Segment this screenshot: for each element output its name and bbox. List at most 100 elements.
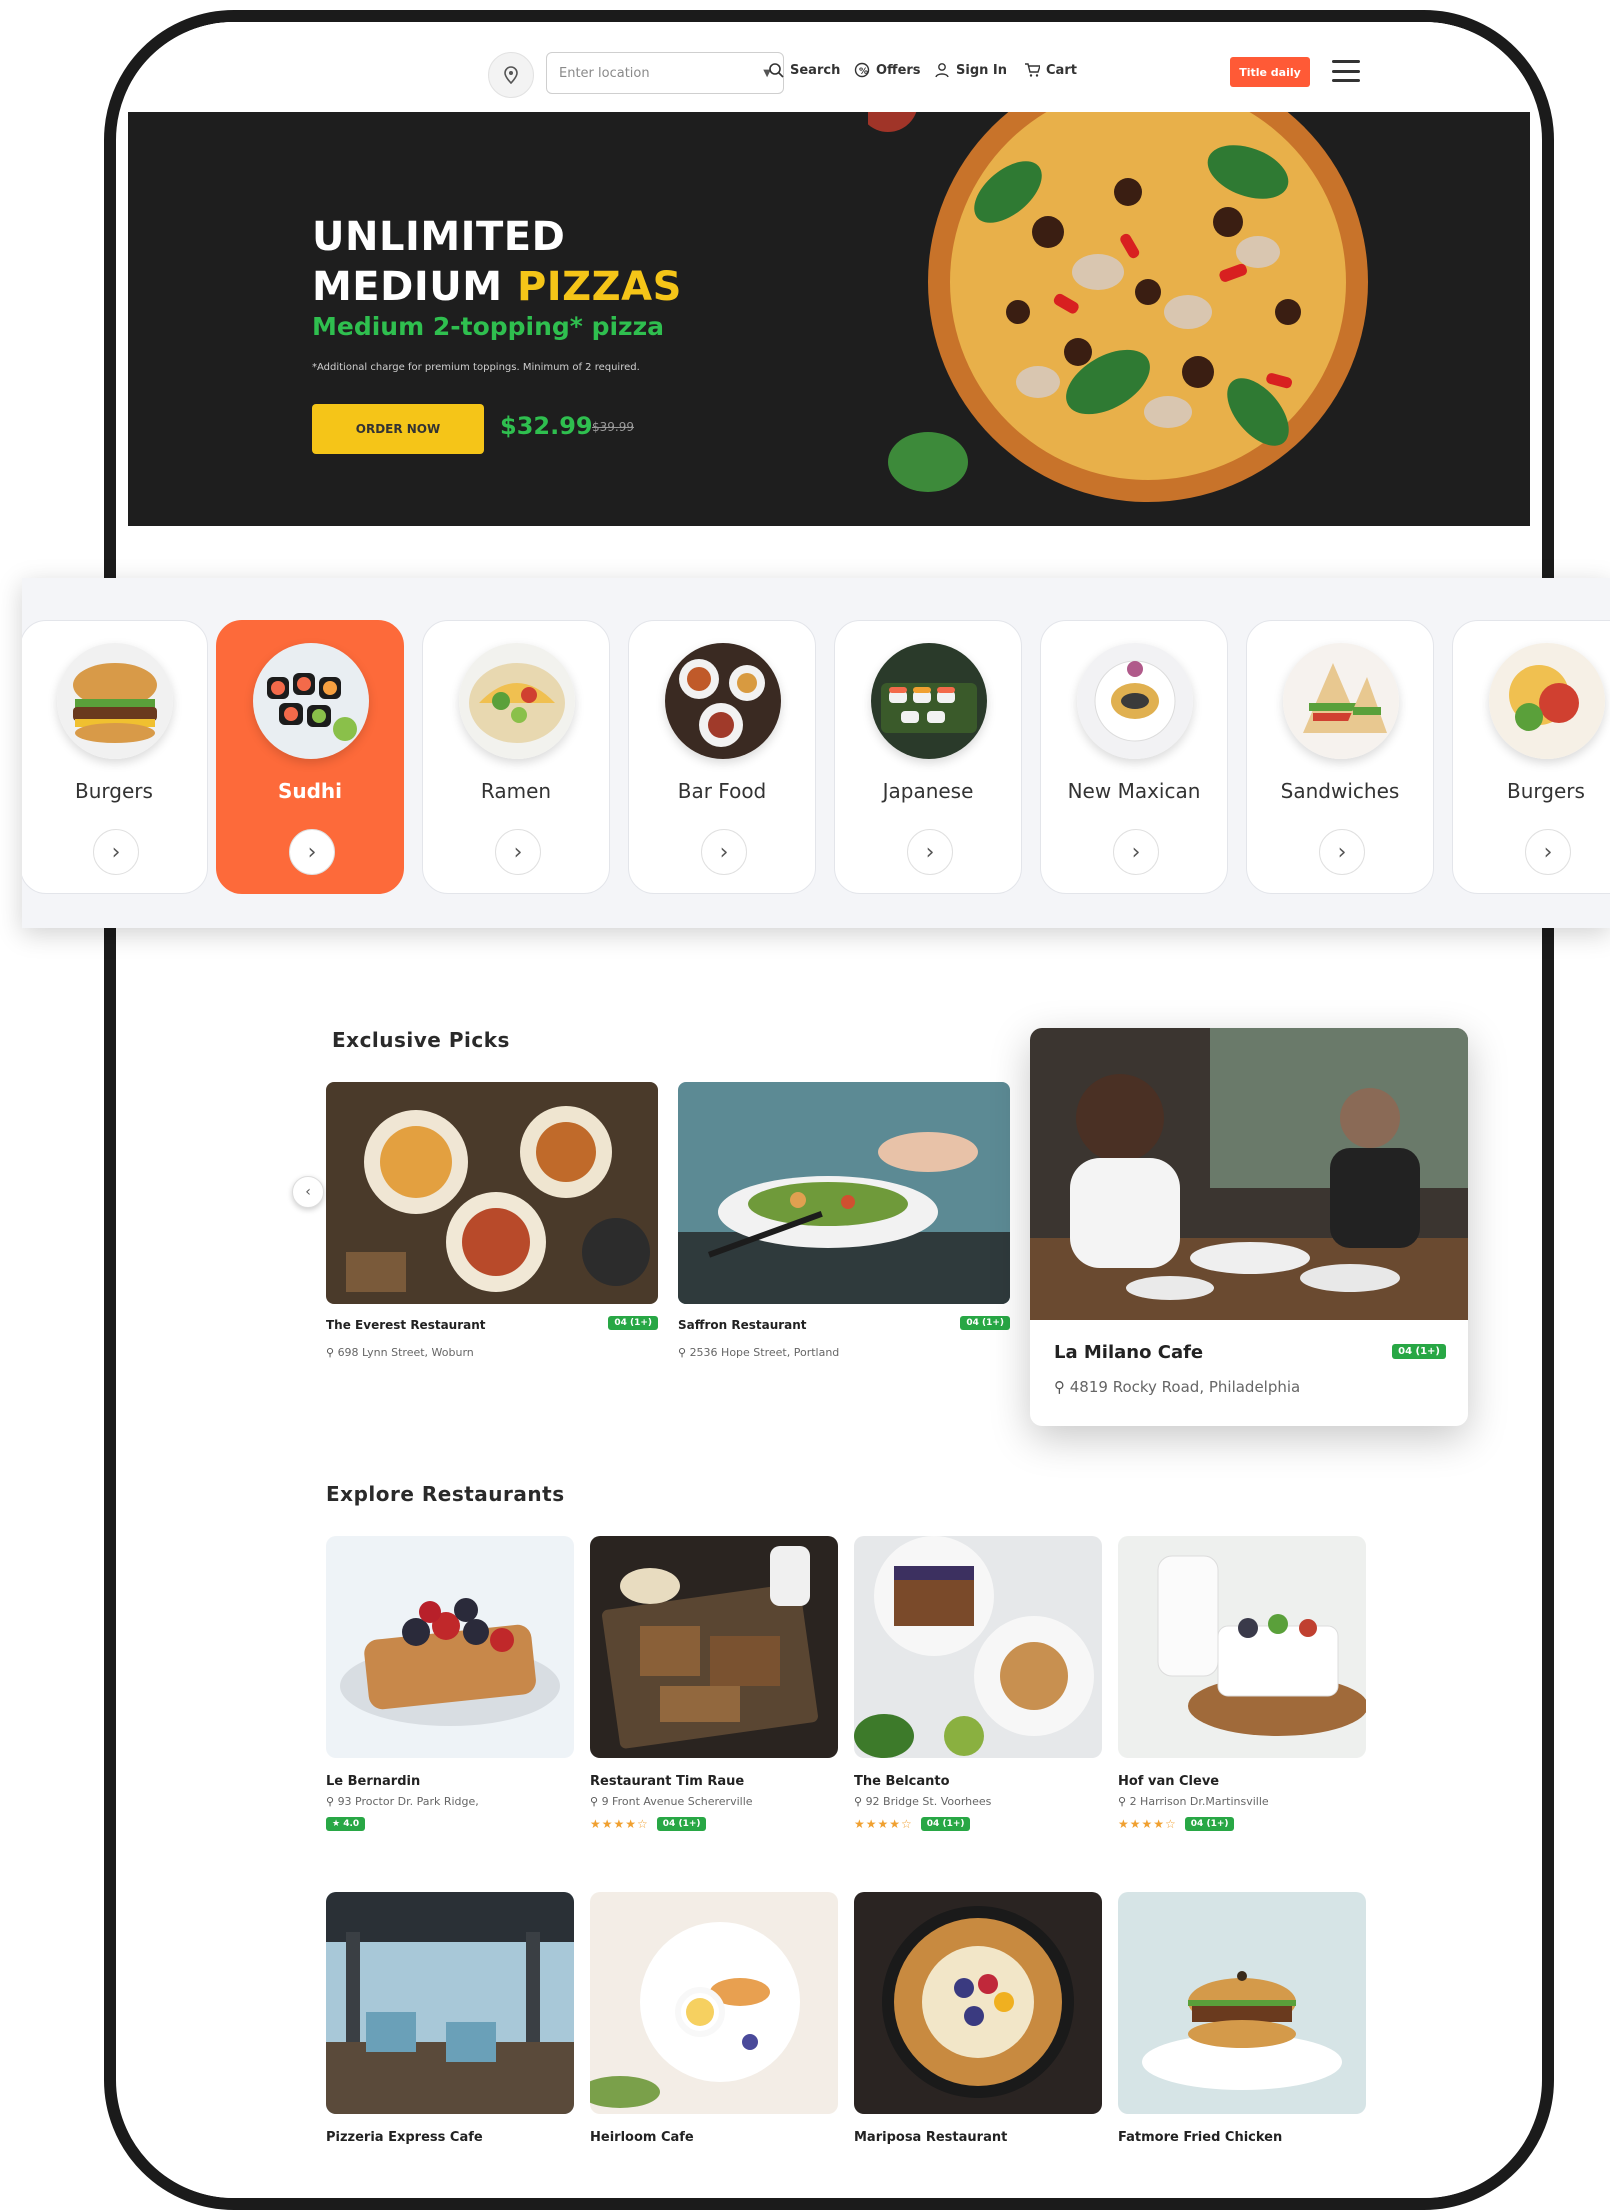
ramen-image [459, 643, 575, 759]
nav-signin-link[interactable]: Sign In [934, 62, 1007, 78]
chevron-right-icon[interactable]: › [1319, 829, 1365, 875]
chevron-right-icon[interactable]: › [701, 829, 747, 875]
order-now-label: ORDER NOW [355, 422, 441, 436]
rating-badge: 04 (1+) [1392, 1344, 1446, 1359]
restaurant-card[interactable]: Le Bernardin ⚲ 93 Proctor Dr. Park Ridge… [326, 1536, 574, 1832]
device-frame: Enter location ▼ Search % Offers Sign In… [104, 10, 1554, 2210]
hero-price: $32.99 [500, 412, 593, 440]
chevron-right-icon[interactable]: › [289, 829, 335, 875]
app-screen: Enter location ▼ Search % Offers Sign In… [128, 22, 1530, 2198]
nav-signin-label: Sign In [956, 62, 1007, 78]
restaurant-name: Saffron Restaurant [678, 1318, 807, 1332]
restaurant-card[interactable]: Restaurant Tim Raue ⚲ 9 Front Avenue Sch… [590, 1536, 838, 1832]
restaurant-name: Pizzeria Express Cafe [326, 2130, 483, 2145]
featured-restaurant-name: La Milano Cafe [1054, 1342, 1204, 1363]
restaurant-address: ⚲ 698 Lynn Street, Woburn [326, 1346, 474, 1359]
category-card[interactable]: New Maxican › [1040, 620, 1228, 894]
rating-badge: 04 (1+) [920, 1817, 971, 1831]
rating-badge: 04 (1+) [960, 1316, 1010, 1330]
restaurant-card[interactable]: The Belcanto ⚲ 92 Bridge St. Voorhees ★★… [854, 1536, 1102, 1832]
restaurant-meta: ★★★★☆ 04 (1+) [590, 1816, 838, 1832]
burger-image [57, 643, 173, 759]
restaurant-address-text: 698 Lynn Street, Woburn [337, 1346, 474, 1359]
featured-restaurant-address: ⚲ 4819 Rocky Road, Philadelphia [1054, 1378, 1300, 1396]
category-card[interactable]: Burgers › [22, 620, 208, 894]
chevron-right-icon[interactable]: › [1113, 829, 1159, 875]
mexican-image [1077, 643, 1193, 759]
restaurant-meta: ★★★★☆ 04 (1+) [1118, 1816, 1366, 1832]
restaurant-address-text: 93 Proctor Dr. Park Ridge, [337, 1795, 479, 1808]
category-card[interactable]: Burgers › [1452, 620, 1610, 894]
hero-old-price: $39.99 [592, 420, 634, 434]
hero-title-accent: PIZZAS [516, 264, 682, 310]
restaurant-photo [590, 1892, 838, 2114]
restaurant-name: The Belcanto [854, 1774, 950, 1789]
restaurant-address: ⚲ 93 Proctor Dr. Park Ridge, [326, 1795, 574, 1808]
category-card[interactable]: Ramen › [422, 620, 610, 894]
restaurant-meta: ★ 4.0 [326, 1816, 574, 1832]
restaurant-address: ⚲ 2536 Hope Street, Portland [678, 1346, 839, 1359]
sushi-image [253, 643, 369, 759]
rating-badge: 04 (1+) [656, 1817, 707, 1831]
chevron-right-icon[interactable]: › [907, 829, 953, 875]
hero-title-line1: UNLIMITED [312, 214, 566, 260]
restaurant-photo [1030, 1028, 1468, 1320]
star-rating: ★★★★☆ [590, 1817, 649, 1831]
exclusive-picks-title: Exclusive Picks [332, 1028, 510, 1052]
offers-icon: % [854, 62, 870, 78]
restaurant-card[interactable]: Hof van Cleve ⚲ 2 Harrison Dr.Martinsvil… [1118, 1536, 1366, 1832]
pizza-image [868, 112, 1368, 502]
nav-offers-link[interactable]: % Offers [854, 62, 921, 78]
nav-cart-label: Cart [1046, 62, 1077, 78]
star-rating: ★★★★☆ [1118, 1817, 1177, 1831]
exclusive-pick-card[interactable]: The Everest Restaurant 04 (1+) ⚲ 698 Lyn… [326, 1082, 658, 1382]
exclusive-pick-card[interactable]: Saffron Restaurant 04 (1+) ⚲ 2536 Hope S… [678, 1082, 1010, 1382]
location-pin-icon: ⚲ [326, 1346, 338, 1359]
restaurant-name: Le Bernardin [326, 1774, 421, 1789]
featured-pick-card[interactable]: La Milano Cafe 04 (1+) ⚲ 4819 Rocky Road… [1030, 1028, 1468, 1426]
featured-restaurant-address-text: 4819 Rocky Road, Philadelphia [1069, 1378, 1301, 1396]
nav-search-link[interactable]: Search [768, 62, 840, 78]
chevron-right-icon[interactable]: › [1525, 829, 1571, 875]
trial-button-label: Title daily [1239, 65, 1301, 79]
hero-banner: UNLIMITED MEDIUM PIZZAS Medium 2-topping… [128, 112, 1530, 526]
hero-footnote: *Additional charge for premium toppings.… [312, 362, 640, 373]
restaurant-card[interactable]: Fatmore Fried Chicken [1118, 1892, 1366, 2145]
rating-badge: ★ 4.0 [326, 1817, 366, 1831]
restaurant-photo [1118, 1892, 1366, 2114]
carousel-prev-button[interactable]: ‹ [292, 1176, 324, 1208]
category-label: Burgers [75, 779, 153, 803]
restaurant-address: ⚲ 92 Bridge St. Voorhees [854, 1795, 1102, 1808]
restaurant-name: Heirloom Cafe [590, 2130, 694, 2145]
hero-title-line2: MEDIUM PIZZAS [312, 262, 682, 312]
location-pin-icon: ⚲ [678, 1346, 690, 1359]
category-label: Sudhi [277, 779, 343, 803]
order-now-button[interactable]: ORDER NOW [312, 404, 484, 454]
restaurant-card[interactable]: Pizzeria Express Cafe [326, 1892, 574, 2145]
location-pin-button[interactable] [488, 52, 534, 98]
chevron-right-icon[interactable]: › [93, 829, 139, 875]
location-pin-icon [504, 66, 518, 84]
restaurant-photo [590, 1536, 838, 1758]
restaurant-name: Fatmore Fried Chicken [1118, 2130, 1283, 2145]
location-pin-icon: ⚲ [1054, 1378, 1070, 1396]
chevron-right-icon[interactable]: › [495, 829, 541, 875]
category-card-active[interactable]: Sudhi › [216, 620, 404, 894]
category-card[interactable]: Japanese › [834, 620, 1022, 894]
location-input[interactable]: Enter location ▼ [546, 52, 784, 94]
nav-cart-link[interactable]: Cart [1024, 62, 1077, 78]
restaurant-photo [854, 1536, 1102, 1758]
location-pin-icon: ⚲ [590, 1795, 602, 1808]
trial-button[interactable]: Title daily [1230, 57, 1310, 87]
svg-text:%: % [859, 67, 868, 77]
restaurant-name: Restaurant Tim Raue [590, 1774, 745, 1789]
category-label: Bar Food [677, 779, 767, 803]
restaurant-card[interactable]: Heirloom Cafe [590, 1892, 838, 2145]
category-label: New Maxican [1067, 779, 1201, 803]
restaurant-card[interactable]: Mariposa Restaurant [854, 1892, 1102, 2145]
restaurant-address-text: 9 Front Avenue Schererville [601, 1795, 753, 1808]
category-card[interactable]: Sandwiches › [1246, 620, 1434, 894]
hamburger-menu-icon[interactable] [1332, 60, 1360, 82]
location-pin-icon: ⚲ [1118, 1795, 1130, 1808]
category-card[interactable]: Bar Food › [628, 620, 816, 894]
